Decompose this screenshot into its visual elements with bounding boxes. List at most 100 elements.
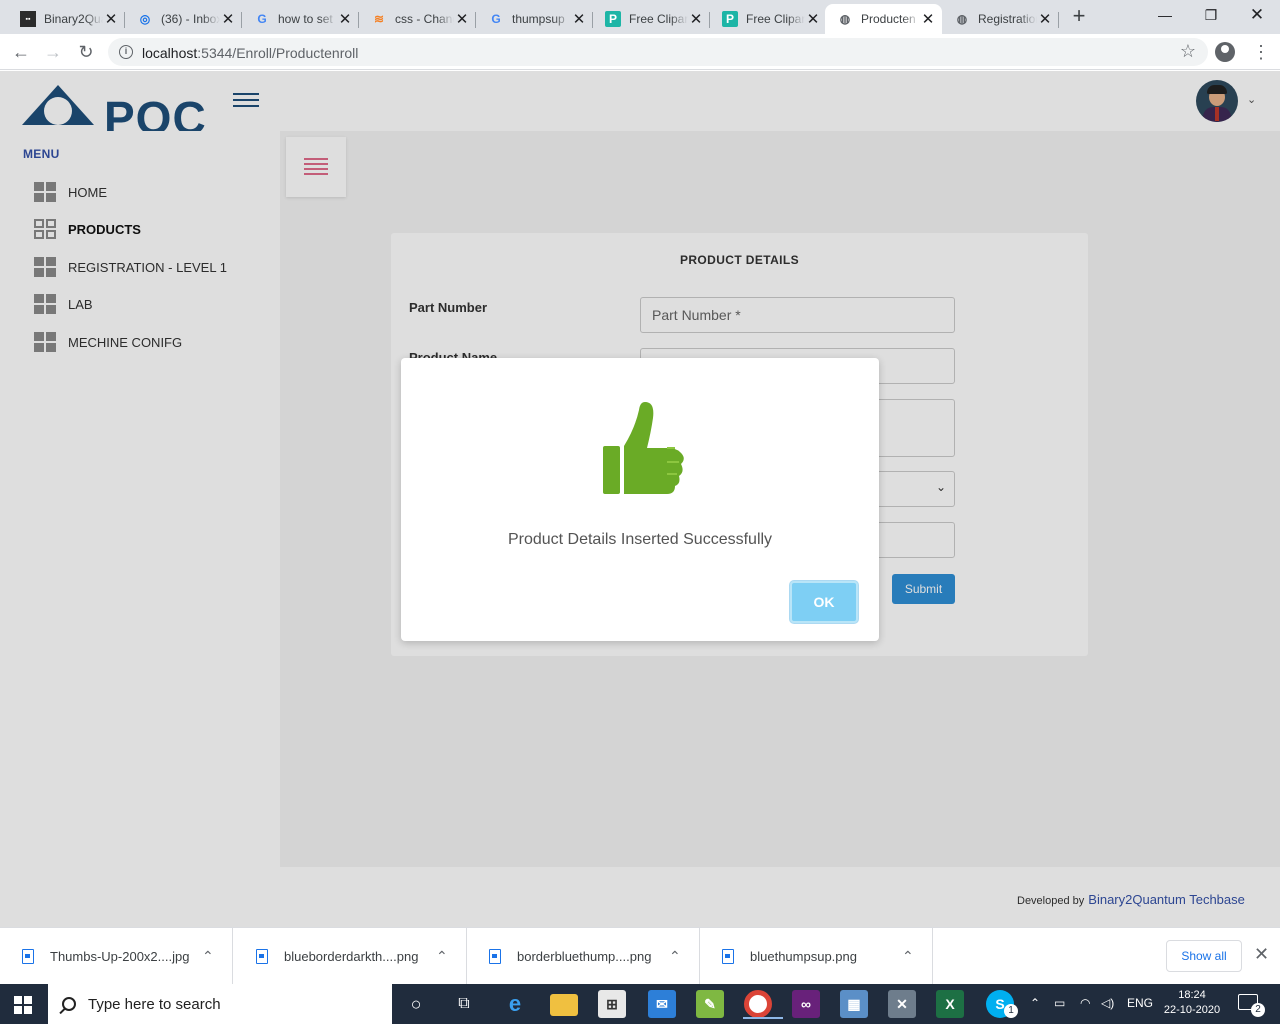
- browser-toolbar: ← → ↻ i localhost:5344/Enroll/Productenr…: [0, 34, 1280, 70]
- store-icon[interactable]: ⊞: [598, 990, 626, 1018]
- tab-title: how to set: [278, 12, 333, 26]
- file-icon: [22, 949, 34, 964]
- browser-tab[interactable]: ◍ Registration ✕: [942, 4, 1059, 34]
- thumbs-up-icon: [603, 402, 684, 494]
- close-window-icon[interactable]: ✕: [1234, 2, 1280, 30]
- new-tab-icon[interactable]: +: [1068, 5, 1090, 28]
- chevron-up-icon[interactable]: ⌃: [902, 948, 932, 965]
- tab-title: Registration: [978, 12, 1037, 26]
- close-tab-icon[interactable]: ✕: [1037, 10, 1053, 28]
- visual-studio-icon[interactable]: ∞: [792, 990, 820, 1018]
- volume-icon[interactable]: ◁): [1101, 996, 1114, 1010]
- chrome-icon[interactable]: [743, 990, 783, 1019]
- search-placeholder: Type here to search: [88, 995, 221, 1013]
- browser-tab[interactable]: ▪▪ Binary2Quantum ✕: [8, 4, 125, 34]
- file-icon: [489, 949, 501, 964]
- success-dialog: Product Details Inserted Successfully OK: [401, 358, 879, 641]
- download-item[interactable]: bluethumpsup.png ⌃: [700, 928, 933, 985]
- battery-icon[interactable]: ▭: [1054, 996, 1065, 1010]
- task-view-icon[interactable]: ⧉: [450, 990, 478, 1018]
- wifi-icon[interactable]: ◠: [1080, 996, 1090, 1010]
- clock[interactable]: 18:24 22-10-2020: [1160, 988, 1224, 1018]
- close-tab-icon[interactable]: ✕: [571, 10, 587, 28]
- show-all-button[interactable]: Show all: [1166, 940, 1242, 972]
- back-icon[interactable]: ←: [9, 40, 33, 64]
- web-page: POC ⌄ MENU HOME PRODUCTS REGISTRATION - …: [0, 71, 1280, 927]
- globe-favicon-icon: ◍: [839, 12, 851, 26]
- google-favicon-icon: G: [257, 12, 267, 26]
- globe-favicon-icon: ◍: [956, 12, 968, 26]
- url-text[interactable]: localhost:5344/Enroll/Productenroll: [142, 45, 358, 61]
- browser-tab[interactable]: ≋ css - Change ✕: [359, 4, 476, 34]
- forward-icon[interactable]: →: [41, 40, 65, 64]
- close-tab-icon[interactable]: ✕: [805, 10, 821, 28]
- download-filename: bluethumpsup.png: [750, 949, 857, 964]
- chevron-up-icon[interactable]: ⌃: [1030, 996, 1040, 1010]
- edge-icon[interactable]: e: [501, 990, 529, 1018]
- bookmark-star-icon[interactable]: ☆: [1180, 41, 1196, 62]
- more-menu-icon[interactable]: ⋮: [1252, 42, 1270, 62]
- download-item[interactable]: blueborderdarkth....png ⌃: [234, 928, 467, 985]
- browser-tab-strip: ▪▪ Binary2Quantum ✕ ◎ (36) - Inbox ✕ G h…: [0, 0, 1280, 34]
- browser-tab[interactable]: G thumpsup ✕: [476, 4, 593, 34]
- browser-tab-active[interactable]: ◍ Producten ✕: [825, 4, 942, 34]
- download-filename: borderbluethump....png: [517, 949, 652, 964]
- chevron-up-icon[interactable]: ⌃: [202, 948, 232, 965]
- tab-title: (36) - Inbox: [161, 12, 220, 26]
- download-item[interactable]: Thumbs-Up-200x2....jpg ⌃: [0, 928, 233, 985]
- browser-tab[interactable]: G how to set ✕: [242, 4, 359, 34]
- file-icon: [256, 949, 268, 964]
- taskbar-search[interactable]: Type here to search: [48, 984, 392, 1024]
- mail-favicon-icon: ◎: [139, 12, 151, 26]
- account-icon[interactable]: [1215, 42, 1235, 62]
- tab-title: Free Clipart: [629, 12, 688, 26]
- search-icon: [62, 997, 76, 1011]
- close-tab-icon[interactable]: ✕: [920, 10, 936, 28]
- close-tab-icon[interactable]: ✕: [220, 10, 236, 28]
- download-item[interactable]: borderbluethump....png ⌃: [467, 928, 700, 985]
- close-tab-icon[interactable]: ✕: [688, 10, 704, 28]
- tab-title: Producten: [861, 12, 916, 26]
- browser-tab[interactable]: P Free Clipart ✕: [593, 4, 710, 34]
- tab-title: Binary2Quantum: [44, 12, 103, 26]
- mail-icon[interactable]: ✉: [648, 990, 676, 1018]
- clock-time: 18:24: [1178, 989, 1206, 1001]
- chevron-up-icon[interactable]: ⌃: [669, 948, 699, 965]
- reload-icon[interactable]: ↻: [74, 40, 98, 64]
- close-tab-icon[interactable]: ✕: [454, 10, 470, 28]
- restore-icon[interactable]: ❐: [1188, 2, 1234, 30]
- browser-tab[interactable]: P Free Clipart ✕: [710, 4, 827, 34]
- windows-taskbar: Type here to search ○ ⧉ e ⊞ ✉ ✎ ∞ ▦ ✕ X …: [0, 984, 1280, 1024]
- app-icon[interactable]: ✎: [696, 990, 724, 1018]
- tab-title: thumpsup: [512, 12, 565, 26]
- skype-badge: 1: [1004, 1004, 1018, 1018]
- minimize-icon[interactable]: —: [1142, 2, 1188, 30]
- download-filename: Thumbs-Up-200x2....jpg: [50, 949, 190, 964]
- tools-icon[interactable]: ✕: [888, 990, 916, 1018]
- chevron-up-icon[interactable]: ⌃: [436, 948, 466, 965]
- clipart-favicon-icon: P: [605, 11, 621, 27]
- close-shelf-icon[interactable]: ✕: [1254, 944, 1269, 965]
- close-tab-icon[interactable]: ✕: [103, 10, 119, 28]
- tab-title: css - Change: [395, 12, 454, 26]
- file-explorer-icon[interactable]: [550, 994, 578, 1016]
- ok-button[interactable]: OK: [790, 581, 858, 623]
- download-shelf: Thumbs-Up-200x2....jpg ⌃ blueborderdarkt…: [0, 927, 1280, 985]
- info-icon[interactable]: i: [119, 45, 133, 59]
- google-favicon-icon: G: [491, 12, 501, 26]
- notification-count: 2: [1251, 1003, 1265, 1017]
- notifications-icon[interactable]: 2: [1238, 994, 1265, 1017]
- app-icon[interactable]: ▦: [840, 990, 868, 1018]
- b2q-favicon-icon: ▪▪: [20, 11, 36, 27]
- excel-icon[interactable]: X: [936, 990, 964, 1018]
- file-icon: [722, 949, 734, 964]
- close-tab-icon[interactable]: ✕: [337, 10, 353, 28]
- cortana-icon[interactable]: ○: [402, 990, 430, 1018]
- windows-start-icon[interactable]: [14, 996, 32, 1014]
- clipart-favicon-icon: P: [722, 11, 738, 27]
- tab-title: Free Clipart: [746, 12, 805, 26]
- download-filename: blueborderdarkth....png: [284, 949, 419, 964]
- language-indicator[interactable]: ENG: [1127, 996, 1153, 1010]
- address-bar[interactable]: i localhost:5344/Enroll/Productenroll ☆: [108, 38, 1208, 66]
- browser-tab[interactable]: ◎ (36) - Inbox ✕: [125, 4, 242, 34]
